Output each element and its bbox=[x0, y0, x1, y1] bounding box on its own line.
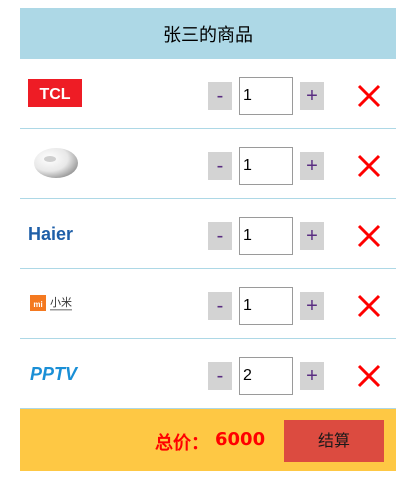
delete-x-icon[interactable] bbox=[356, 153, 382, 179]
cart-header: 张三的商品 bbox=[20, 8, 396, 59]
xiaomi-logo-text: 小米 bbox=[50, 296, 72, 309]
cart-item-row: PPTV - + bbox=[20, 339, 396, 409]
quantity-input[interactable] bbox=[239, 357, 293, 395]
delete-x-icon[interactable] bbox=[356, 363, 382, 389]
cart-item-row: TCL - + bbox=[20, 59, 396, 129]
white-disc-product-icon bbox=[28, 146, 84, 180]
delete-x-icon[interactable] bbox=[356, 293, 382, 319]
quantity-decrease-button[interactable]: - bbox=[208, 362, 232, 390]
checkout-button[interactable]: 结算 bbox=[284, 420, 384, 462]
pptv-logo: PPTV bbox=[28, 356, 84, 390]
cart-footer: 总价： 6000 结算 bbox=[20, 409, 396, 471]
total-price-value: 6000 bbox=[215, 429, 266, 450]
quantity-input[interactable] bbox=[239, 147, 293, 185]
quantity-increase-button[interactable]: + bbox=[300, 222, 324, 250]
shopping-cart: 张三的商品 TCL - + bbox=[20, 8, 396, 471]
quantity-increase-button[interactable]: + bbox=[300, 152, 324, 180]
quantity-decrease-button[interactable]: - bbox=[208, 222, 232, 250]
xiaomi-logo: mi 小米 bbox=[28, 286, 84, 320]
cart-title: 张三的商品 bbox=[163, 24, 253, 46]
quantity-decrease-button[interactable]: - bbox=[208, 82, 232, 110]
quantity-decrease-button[interactable]: - bbox=[208, 152, 232, 180]
cart-item-row: - + bbox=[20, 129, 396, 199]
total-price-label: 总价： bbox=[155, 433, 209, 454]
cart-item-row: mi 小米 - + bbox=[20, 269, 396, 339]
quantity-decrease-button[interactable]: - bbox=[208, 292, 232, 320]
quantity-input[interactable] bbox=[239, 217, 293, 255]
quantity-increase-button[interactable]: + bbox=[300, 82, 324, 110]
delete-x-icon[interactable] bbox=[356, 83, 382, 109]
quantity-input[interactable] bbox=[239, 287, 293, 325]
tcl-logo: TCL bbox=[28, 76, 84, 110]
haier-logo-text: Haier bbox=[28, 224, 73, 244]
haier-logo: Haier bbox=[28, 216, 84, 250]
svg-text:mi: mi bbox=[33, 300, 42, 309]
tcl-logo-text: TCL bbox=[39, 86, 70, 103]
pptv-logo-text: PPTV bbox=[30, 364, 79, 384]
cart-item-row: Haier - + bbox=[20, 199, 396, 269]
quantity-increase-button[interactable]: + bbox=[300, 362, 324, 390]
quantity-increase-button[interactable]: + bbox=[300, 292, 324, 320]
delete-x-icon[interactable] bbox=[356, 223, 382, 249]
quantity-input[interactable] bbox=[239, 77, 293, 115]
